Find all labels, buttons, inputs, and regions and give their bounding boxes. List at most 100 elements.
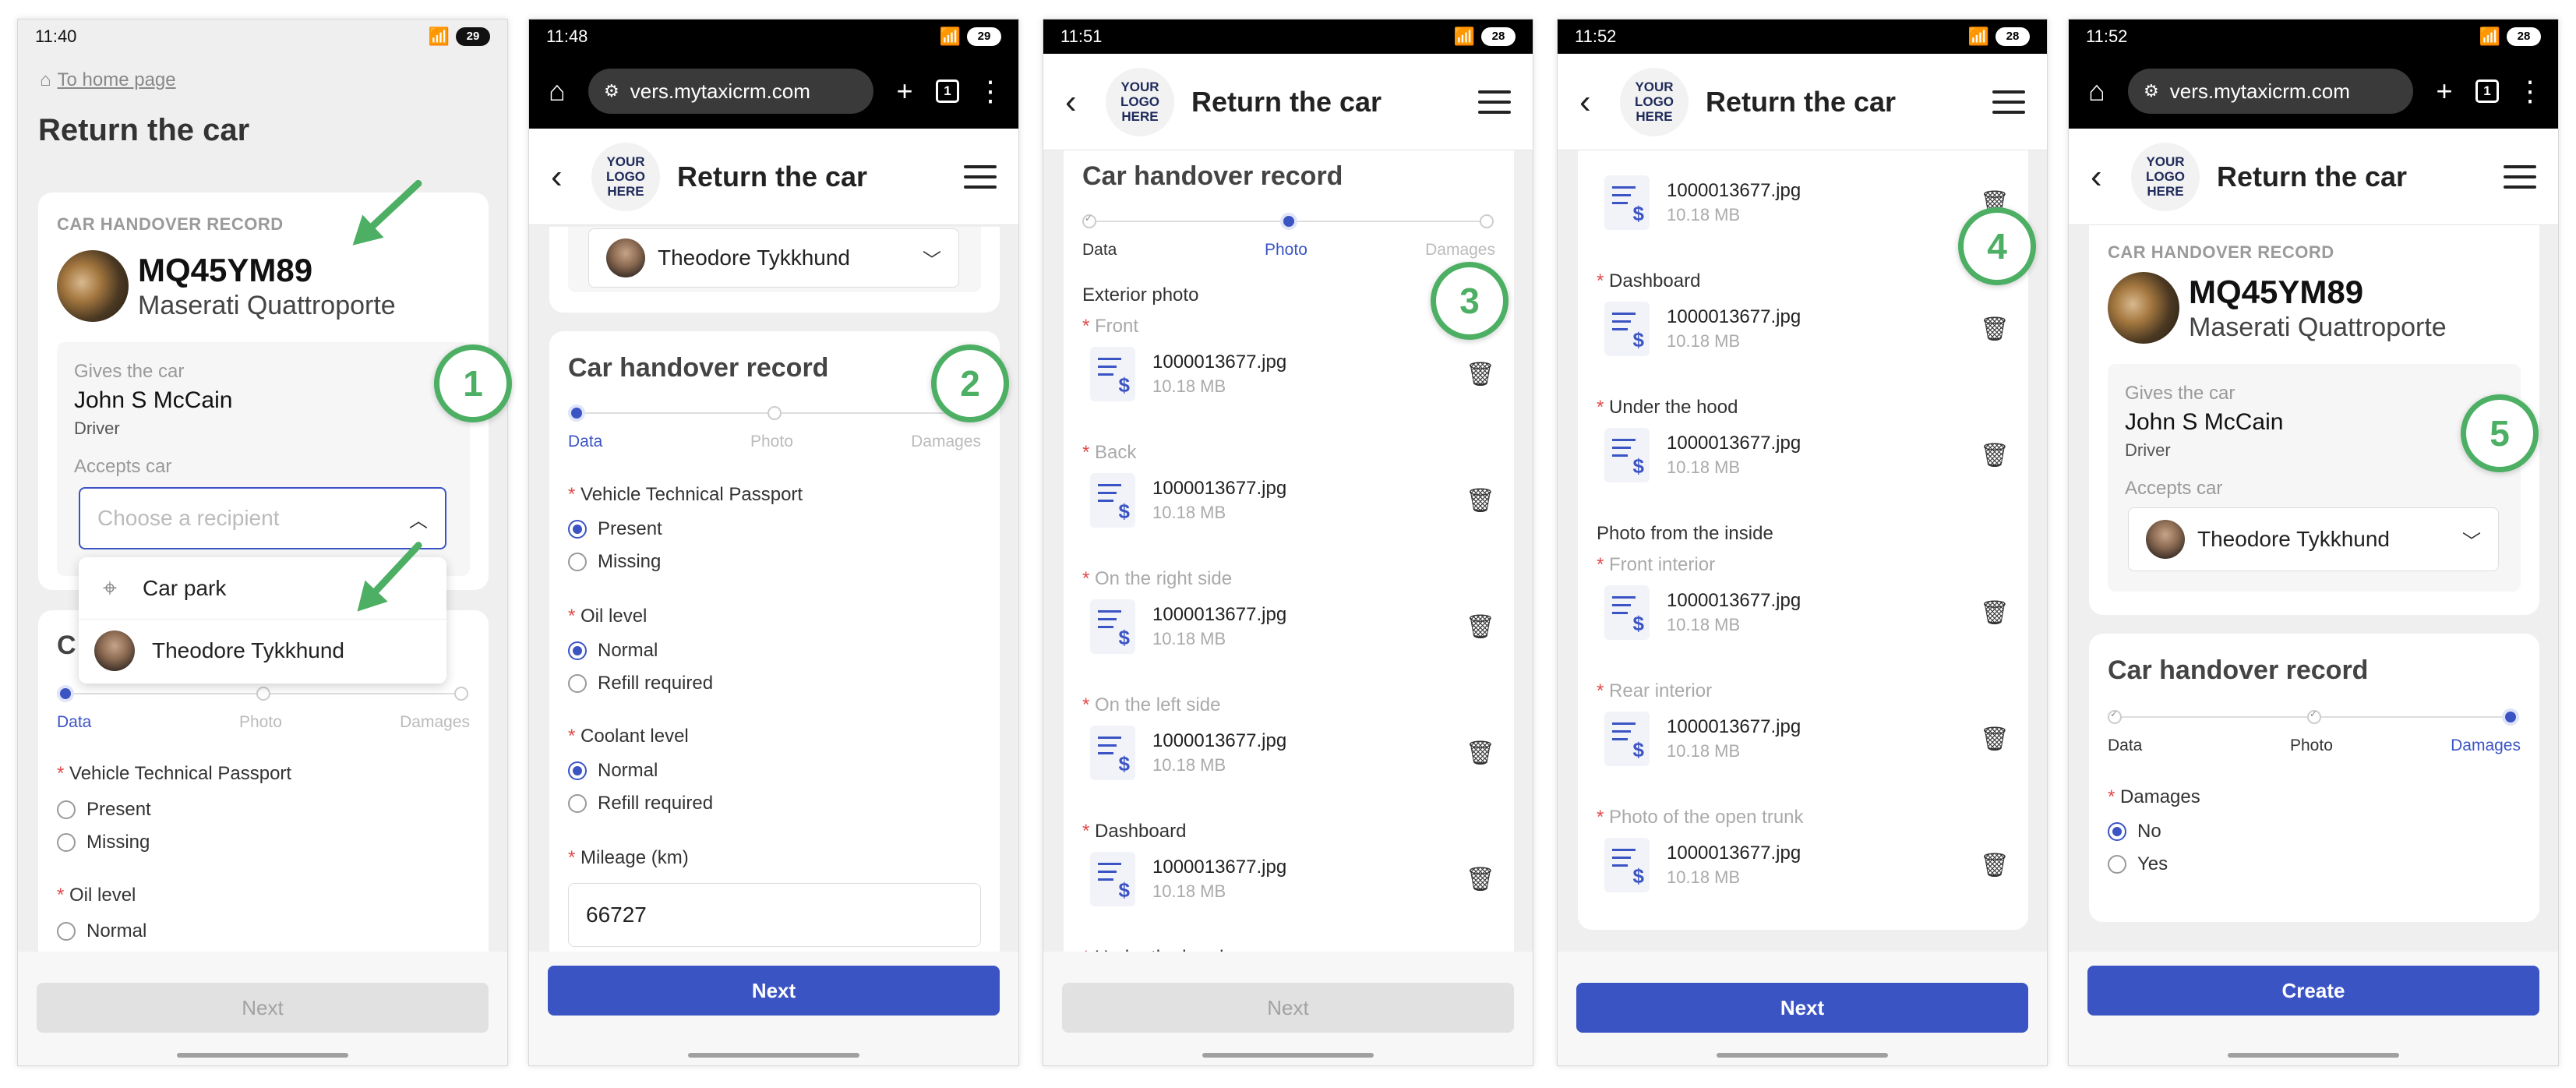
trash-icon[interactable]: 🗑 [1466, 361, 1495, 388]
home-indicator [1717, 1053, 1888, 1058]
trash-icon[interactable]: 🗑 [1980, 852, 2010, 879]
menu-icon[interactable] [1992, 90, 2025, 114]
tabs-icon[interactable]: 1 [936, 79, 959, 103]
passport-present[interactable]: Present [568, 518, 662, 540]
footer: Next [18, 952, 507, 1065]
tab-count: 1 [936, 79, 959, 103]
oil-normal[interactable]: Normal [568, 640, 658, 662]
next-button[interactable]: Next [37, 983, 489, 1033]
more-vertical-icon[interactable]: ⋮ [2514, 75, 2546, 108]
file-icon: $ [1090, 599, 1135, 654]
passport-missing[interactable]: Missing [568, 551, 661, 573]
avatar [94, 631, 135, 671]
radio-button[interactable] [2108, 855, 2126, 874]
option-theodore[interactable]: Theodore Tykkhund [79, 620, 446, 682]
radio-button[interactable] [568, 553, 587, 571]
file-name: 1000013677.jpg [1667, 306, 1801, 327]
photo-label: Dashboard [1609, 270, 1701, 291]
step-label-photo: Photo [2290, 737, 2333, 754]
trash-icon[interactable]: 🗑 [1980, 726, 2010, 753]
record-heading-partial: C [57, 631, 76, 660]
radio-button[interactable] [568, 520, 587, 539]
damages-question: * Damages [2108, 786, 2200, 807]
avatar [606, 238, 645, 277]
step-label-damages: Damages [400, 713, 470, 731]
coolant-normal[interactable]: Normal [568, 760, 658, 782]
file-icon: $ [1090, 347, 1135, 401]
radio-button[interactable] [57, 922, 76, 941]
tabs-icon[interactable]: 1 [2475, 79, 2499, 103]
recipient-select[interactable]: Theodore Tykkhund ﹀ [588, 228, 959, 288]
address-bar[interactable]: ⚙ vers.mytaxicrm.com [588, 69, 873, 114]
radio-button[interactable] [568, 761, 587, 780]
back-arrow-icon[interactable]: ‹ [551, 157, 574, 196]
trash-icon[interactable]: 🗑 [1980, 442, 2010, 469]
trash-icon[interactable]: 🗑 [1466, 740, 1495, 767]
photo-label: Back [1095, 442, 1137, 463]
plus-icon[interactable]: + [889, 75, 920, 108]
trash-icon[interactable]: 🗑 [1466, 613, 1495, 641]
next-button[interactable]: Next [1576, 983, 2028, 1033]
radio-button[interactable] [2108, 822, 2126, 841]
back-arrow-icon[interactable]: ‹ [2091, 157, 2114, 196]
plus-icon[interactable]: + [2429, 75, 2460, 108]
file-name: 1000013677.jpg [1152, 857, 1287, 878]
file-size: 10.18 MB [1667, 615, 1741, 634]
trash-icon[interactable]: 🗑 [1466, 487, 1495, 514]
status-bar: 11:52 📶 28 [2069, 19, 2558, 54]
passport-missing[interactable]: Missing [57, 832, 150, 853]
option-car-park[interactable]: ⌖ Car park [79, 557, 446, 620]
record-heading: Car handover record [2108, 655, 2369, 685]
back-arrow-icon[interactable]: ‹ [1065, 83, 1089, 122]
recipient-select[interactable]: Theodore Tykkhund ﹀ [2128, 507, 2499, 571]
home-icon[interactable]: ⌂ [542, 75, 573, 108]
menu-icon[interactable] [2504, 164, 2536, 189]
next-button[interactable]: Next [1062, 983, 1514, 1033]
step-dot-data [2108, 708, 2122, 724]
file-size: 10.18 MB [1152, 503, 1226, 522]
passport-present[interactable]: Present [57, 799, 151, 821]
radio-button[interactable] [568, 794, 587, 813]
step-label-data: Data [2108, 737, 2143, 754]
file-name: 1000013677.jpg [1152, 730, 1287, 751]
coolant-refill[interactable]: Refill required [568, 793, 713, 814]
signal-icon: 📶 [2479, 26, 2500, 46]
trash-icon[interactable]: 🗑 [1980, 316, 2010, 343]
step-badge-4: 4 [1958, 207, 2036, 285]
recipient-select[interactable]: Choose a recipient ︿ [79, 487, 446, 549]
home-link[interactable]: ⌂ To home page [40, 69, 176, 91]
address-bar[interactable]: ⚙ vers.mytaxicrm.com [2128, 69, 2413, 114]
home-icon: ⌂ [40, 69, 51, 90]
menu-icon[interactable] [1478, 90, 1511, 114]
damages-yes[interactable]: Yes [2108, 853, 2168, 875]
status-time: 11:40 [35, 26, 77, 46]
trash-icon[interactable]: 🗑 [1466, 866, 1495, 893]
trash-icon[interactable]: 🗑 [1980, 599, 2010, 627]
logo: YOUR LOGO HERE [591, 142, 660, 211]
page-title: Return the car [1706, 85, 1897, 118]
more-vertical-icon[interactable]: ⋮ [975, 75, 1006, 108]
status-bar: 11:40 📶 29 [18, 19, 507, 54]
damages-no[interactable]: No [2108, 821, 2161, 842]
step-dot-photo [256, 687, 270, 701]
oil-normal[interactable]: Normal [57, 920, 146, 942]
radio-button[interactable] [568, 641, 587, 660]
radio-button[interactable] [57, 800, 76, 819]
next-button[interactable]: Next [548, 966, 1000, 1016]
gives-label: Gives the car [74, 361, 185, 382]
radio-button[interactable] [568, 674, 587, 693]
mileage-input[interactable]: 66727 [568, 883, 981, 947]
oil-refill[interactable]: Refill required [568, 673, 713, 694]
chevron-up-icon: ︿ [409, 510, 428, 532]
menu-icon[interactable] [964, 164, 997, 189]
record-label: CAR HANDOVER RECORD [2108, 242, 2334, 262]
home-icon[interactable]: ⌂ [2081, 75, 2112, 108]
gives-name: John S McCain [2125, 409, 2284, 435]
radio-button[interactable] [57, 833, 76, 852]
gives-name: John S McCain [74, 387, 233, 413]
home-indicator [177, 1053, 348, 1058]
back-arrow-icon[interactable]: ‹ [1579, 83, 1603, 122]
photo-item-top: $ 1000013677.jpg 10.18 MB 🗑 [1604, 175, 2010, 230]
create-button[interactable]: Create [2087, 966, 2539, 1016]
page-title: Return the car [38, 113, 250, 147]
